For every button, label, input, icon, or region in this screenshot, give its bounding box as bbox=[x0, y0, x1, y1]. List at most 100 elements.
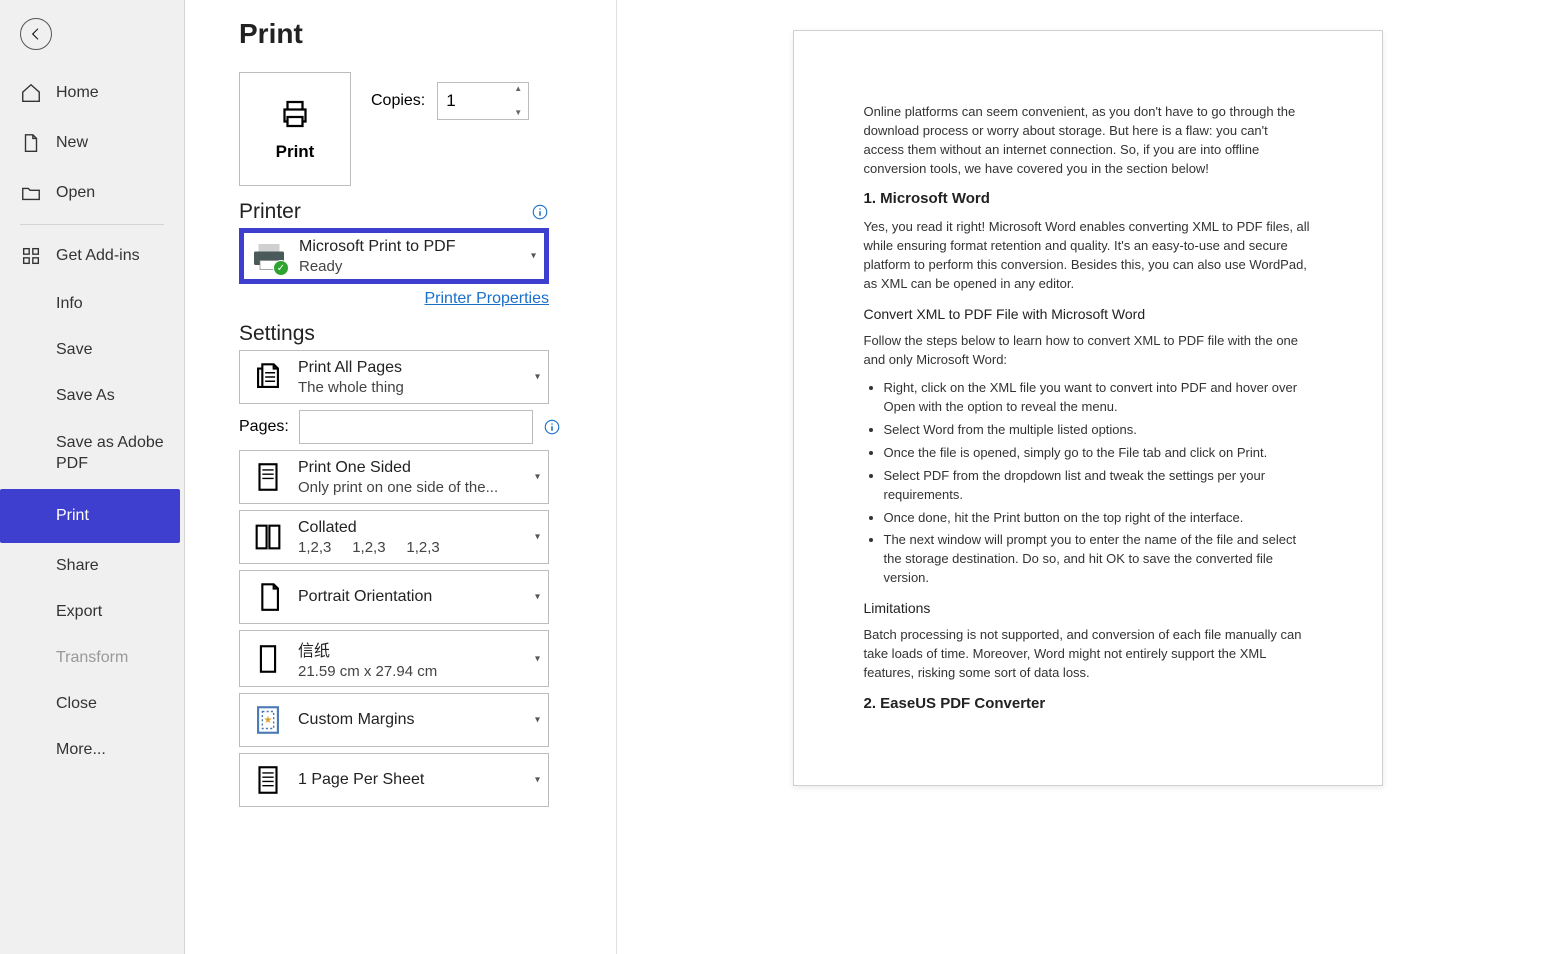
nav-label: Share bbox=[56, 557, 99, 575]
paper-desc: 21.59 cm x 27.94 cm bbox=[298, 663, 540, 680]
nav-info[interactable]: Info bbox=[0, 281, 184, 327]
sidebar: Home New Open Get Add-ins Info Save Save… bbox=[0, 0, 185, 954]
orientation-selector[interactable]: Portrait Orientation ▾ bbox=[239, 570, 549, 624]
collate-desc: 1,2,3 1,2,3 1,2,3 bbox=[298, 539, 540, 556]
preview-subheading: Limitations bbox=[864, 598, 1312, 618]
chevron-down-icon: ▾ bbox=[535, 532, 540, 543]
nav-label: Save as Adobe PDF bbox=[56, 433, 164, 475]
pages-input[interactable] bbox=[299, 410, 533, 444]
preview-text: Yes, you read it right! Microsoft Word e… bbox=[864, 218, 1312, 293]
chevron-down-icon: ▾ bbox=[535, 775, 540, 786]
nav-export[interactable]: Export bbox=[0, 589, 184, 635]
printer-name: Microsoft Print to PDF bbox=[299, 238, 539, 256]
portrait-icon bbox=[248, 577, 288, 617]
chevron-down-icon: ▾ bbox=[535, 592, 540, 603]
nav-divider bbox=[20, 224, 164, 225]
nav-more[interactable]: More... bbox=[0, 727, 184, 773]
nav-label: Info bbox=[56, 295, 83, 313]
preview-pane: Online platforms can seem convenient, as… bbox=[617, 0, 1558, 954]
copies-input[interactable]: 1 ▲ ▼ bbox=[437, 82, 529, 120]
folder-open-icon bbox=[20, 182, 42, 204]
check-badge-icon: ✓ bbox=[273, 260, 289, 276]
collate-selector[interactable]: Collated 1,2,3 1,2,3 1,2,3 ▾ bbox=[239, 510, 549, 564]
info-icon[interactable] bbox=[531, 203, 549, 221]
preview-page: Online platforms can seem convenient, as… bbox=[793, 30, 1383, 786]
back-button[interactable] bbox=[20, 18, 52, 50]
nav-home[interactable]: Home bbox=[0, 68, 184, 118]
paper-title: 信纸 bbox=[298, 637, 540, 661]
main-area: Print Print Copies: 1 ▲ ▼ Printer bbox=[185, 0, 1558, 954]
paper-size-selector[interactable]: 信纸 21.59 cm x 27.94 cm ▾ bbox=[239, 630, 549, 687]
sides-title: Print One Sided bbox=[298, 459, 540, 477]
printer-status: Ready bbox=[299, 258, 539, 275]
print-settings-panel: Print Print Copies: 1 ▲ ▼ Printer bbox=[185, 0, 617, 954]
nav-transform[interactable]: Transform bbox=[0, 635, 184, 681]
preview-list-item: Select Word from the multiple listed opt… bbox=[884, 421, 1312, 440]
preview-list-item: Once the file is opened, simply go to th… bbox=[884, 444, 1312, 463]
home-icon bbox=[20, 82, 42, 104]
print-button-label: Print bbox=[276, 142, 315, 162]
preview-text: Online platforms can seem convenient, as… bbox=[864, 103, 1312, 178]
paper-icon bbox=[248, 639, 288, 679]
nav-label: Close bbox=[56, 695, 97, 713]
printer-icon bbox=[274, 96, 316, 132]
printer-properties-link[interactable]: Printer Properties bbox=[239, 290, 549, 308]
nav-label: Transform bbox=[56, 649, 128, 667]
chevron-down-icon: ▾ bbox=[531, 251, 536, 262]
preview-text: Follow the steps below to learn how to c… bbox=[864, 332, 1312, 370]
nav-open[interactable]: Open bbox=[0, 168, 184, 218]
margins-selector[interactable]: ★ Custom Margins ▾ bbox=[239, 693, 549, 747]
nav-save[interactable]: Save bbox=[0, 327, 184, 373]
preview-list-item: Right, click on the XML file you want to… bbox=[884, 379, 1312, 417]
preview-subheading: Convert XML to PDF File with Microsoft W… bbox=[864, 304, 1312, 324]
print-button[interactable]: Print bbox=[239, 72, 351, 186]
info-icon[interactable] bbox=[543, 418, 561, 436]
printer-selector[interactable]: ✓ Microsoft Print to PDF Ready ▾ bbox=[239, 228, 549, 284]
chevron-down-icon: ▾ bbox=[535, 715, 540, 726]
nav-get-addins[interactable]: Get Add-ins bbox=[0, 231, 184, 281]
margins-title: Custom Margins bbox=[298, 711, 540, 729]
print-range-selector[interactable]: Print All Pages The whole thing ▾ bbox=[239, 350, 549, 404]
chevron-down-icon: ▾ bbox=[535, 653, 540, 664]
nav-share[interactable]: Share bbox=[0, 543, 184, 589]
preview-list: Right, click on the XML file you want to… bbox=[864, 379, 1312, 587]
collate-title: Collated bbox=[298, 519, 540, 537]
page-title: Print bbox=[239, 18, 616, 50]
nav-label: Home bbox=[56, 84, 99, 102]
print-range-title: Print All Pages bbox=[298, 359, 540, 377]
nav-label: Export bbox=[56, 603, 102, 621]
nav-close[interactable]: Close bbox=[0, 681, 184, 727]
arrow-left-icon bbox=[28, 26, 44, 42]
spin-up-icon[interactable]: ▲ bbox=[510, 85, 526, 93]
preview-text: Batch processing is not supported, and c… bbox=[864, 626, 1312, 683]
spin-down-icon[interactable]: ▼ bbox=[510, 109, 526, 117]
pages-label: Pages: bbox=[239, 418, 289, 436]
nav-save-adobe[interactable]: Save as Adobe PDF bbox=[0, 419, 184, 489]
nav-label: New bbox=[56, 134, 88, 152]
pages-per-sheet-selector[interactable]: 1 Page Per Sheet ▾ bbox=[239, 753, 549, 807]
nav-new[interactable]: New bbox=[0, 118, 184, 168]
print-range-desc: The whole thing bbox=[298, 379, 540, 396]
sides-selector[interactable]: Print One Sided Only print on one side o… bbox=[239, 450, 549, 504]
nav-print[interactable]: Print bbox=[0, 489, 180, 543]
one-sided-icon bbox=[248, 457, 288, 497]
nav-label: Print bbox=[56, 507, 89, 525]
settings-heading: Settings bbox=[239, 322, 315, 346]
page-per-sheet-icon bbox=[248, 760, 288, 800]
copies-label: Copies: bbox=[371, 92, 425, 110]
nav-label: Get Add-ins bbox=[56, 247, 140, 265]
addins-icon bbox=[20, 245, 42, 267]
orientation-title: Portrait Orientation bbox=[298, 588, 540, 606]
margins-icon: ★ bbox=[248, 700, 288, 740]
nav-label: Save bbox=[56, 341, 92, 359]
new-file-icon bbox=[20, 132, 42, 154]
nav-label: Open bbox=[56, 184, 95, 202]
preview-list-item: Once done, hit the Print button on the t… bbox=[884, 509, 1312, 528]
svg-text:★: ★ bbox=[264, 715, 273, 726]
chevron-down-icon: ▾ bbox=[535, 372, 540, 383]
nav-save-as[interactable]: Save As bbox=[0, 373, 184, 419]
nav-label: Save As bbox=[56, 387, 115, 405]
printer-heading: Printer bbox=[239, 200, 301, 224]
preview-heading: 1. Microsoft Word bbox=[864, 188, 1312, 210]
pps-title: 1 Page Per Sheet bbox=[298, 771, 540, 789]
